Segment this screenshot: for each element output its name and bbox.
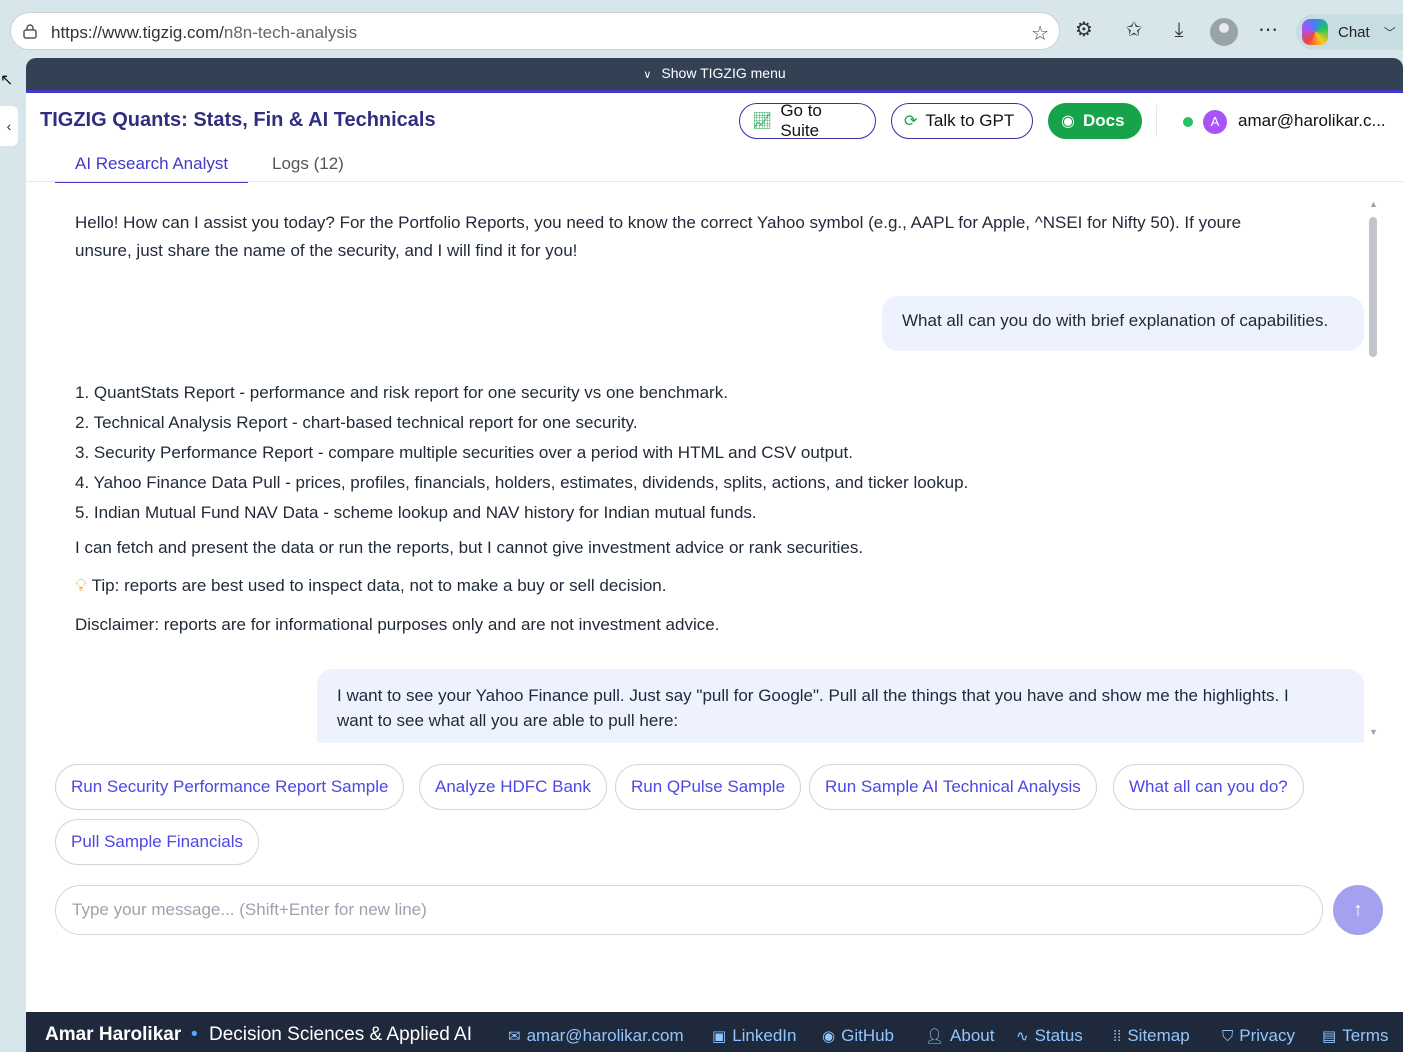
list-item: 2. Technical Analysis Report - chart-bas… [75,413,638,432]
tab-logs[interactable]: Logs (12) [252,153,364,183]
docs-button[interactable]: ◉ Docs [1048,103,1142,139]
footer-link-label: LinkedIn [732,1026,797,1045]
tab-ai-research-analyst[interactable]: AI Research Analyst [55,153,249,183]
footer-email-link[interactable]: ✉ amar@harolikar.com [508,1026,684,1046]
tab-divider [26,181,1403,182]
chat-history[interactable]: Hello! How can I assist you today? For t… [26,193,1403,743]
linkedin-icon: ▣ [712,1028,727,1045]
refresh-icon: ⟳ [904,113,918,130]
footer-link-label: About [950,1026,995,1045]
docs-label: Docs [1082,111,1125,130]
footer-link-github[interactable]: ◉ GitHub [822,1026,894,1046]
page-title: TIGZIG Quants: Stats, Fin & AI Technical… [40,109,436,131]
user-email[interactable]: amar@harolikar.c... [1238,111,1386,131]
side-panel-strip [0,60,26,1052]
download-icon[interactable]: ⤓ [1166,18,1192,42]
chevron-down-icon: ﹀ [1383,25,1396,40]
footer-tagline: Decision Sciences & Applied AI [209,1024,472,1045]
bot-greeting: Hello! How can I assist you today? For t… [75,209,1241,265]
send-button[interactable]: ↑ [1333,885,1383,935]
suggestion-chip[interactable]: Analyze HDFC Bank [419,764,607,810]
scroll-up-arrow-icon[interactable]: ▲ [1369,199,1378,209]
arrow-up-icon: ↑ [1353,899,1363,921]
chat-scrollbar-thumb[interactable] [1369,217,1377,357]
copilot-chat-button[interactable]: Chat ﹀ [1296,14,1403,50]
user-message-text: I want to see your Yahoo Finance pull. J… [337,686,1289,705]
talk-to-gpt-button[interactable]: ⟳ Talk to GPT [891,103,1033,139]
list-item: 5. Indian Mutual Fund NAV Data - scheme … [75,503,757,522]
bot-tip: 💡︎ Tip: reports are best used to inspect… [75,572,667,600]
go-to-suite-button[interactable]: 📈︎ Go to Suite [739,101,876,140]
go-to-suite-label: Go to Suite [780,101,822,140]
suggestion-chip[interactable]: Pull Sample Financials [55,819,259,865]
bot-fetch-note: I can fetch and present the data or run … [75,538,864,557]
extensions-icon[interactable]: ⚙ [1071,18,1097,42]
footer-link-label: Privacy [1239,1026,1295,1045]
header-divider [1156,105,1157,137]
footer-link-label: GitHub [841,1026,895,1045]
footer-email: amar@harolikar.com [526,1026,684,1045]
list-item: 4. Yahoo Finance Data Pull - prices, pro… [75,473,969,492]
suggestion-chip[interactable]: Run Sample AI Technical Analysis [809,764,1097,810]
footer-link-label: Status [1034,1026,1083,1045]
lock-icon [23,24,37,39]
footer-link-status[interactable]: ∿ Status [1016,1026,1083,1046]
scroll-down-arrow-icon[interactable]: ▼ [1369,727,1378,737]
footer-link-privacy[interactable]: ⛉ Privacy [1222,1026,1295,1046]
footer-link-label: Terms [1342,1026,1389,1045]
message-input[interactable]: Type your message... (Shift+Enter for ne… [55,885,1323,935]
github-icon: ◉ [822,1028,836,1045]
app-container: TIGZIG Quants: Stats, Fin & AI Technical… [26,90,1403,1012]
show-menu-bar[interactable]: ∨ Show TIGZIG menu [26,58,1403,90]
menu-label: Show TIGZIG menu [661,65,786,81]
list-item: 1. QuantStats Report - performance and r… [75,383,728,402]
user-message-text: What all can you do with brief explanati… [902,311,1329,330]
talk-to-gpt-label: Talk to GPT [925,111,1015,130]
footer-separator: • [191,1024,198,1045]
cursor-icon: ↖ [0,72,14,89]
user-icon: 👤︎ [925,1028,945,1045]
mail-icon: ✉ [508,1028,521,1045]
browser-toolbar: https://www.tigzig.com/n8n-tech-analysis… [0,0,1403,60]
favorite-star-icon[interactable]: ☆ [1031,21,1049,46]
chevron-down-icon: ∨ [643,69,652,81]
footer-link-terms[interactable]: ▤ Terms [1322,1026,1388,1046]
shield-icon: ⛉ [1222,1028,1234,1045]
user-message: What all can you do with brief explanati… [882,296,1364,351]
user-avatar[interactable]: A [1203,110,1227,134]
greeting-line: Hello! How can I assist you today? For t… [75,213,1242,232]
footer: Amar Harolikar • Decision Sciences & App… [26,1012,1403,1052]
collapse-panel-tab[interactable]: ‹ [0,106,18,146]
footer-link-label: Sitemap [1127,1026,1190,1045]
activity-icon: ∿ [1016,1028,1029,1045]
address-bar[interactable]: https://www.tigzig.com/n8n-tech-analysis… [10,12,1060,50]
chat-label: Chat [1338,23,1370,41]
capabilities-list: 1. QuantStats Report - performance and r… [75,378,968,528]
grid-icon: ⁞⁞ [1113,1028,1122,1045]
copilot-icon [1302,19,1328,45]
list-item: 3. Security Performance Report - compare… [75,443,853,462]
suggestion-chip[interactable]: Run Security Performance Report Sample [55,764,405,810]
favorites-icon[interactable]: ✩ [1121,18,1147,42]
footer-link-about[interactable]: 👤︎ About [925,1026,994,1046]
user-message: I want to see your Yahoo Finance pull. J… [317,669,1364,743]
footer-link-linkedin[interactable]: ▣ LinkedIn [712,1026,796,1046]
suggestion-chip[interactable]: What all can you do? [1113,764,1304,810]
tip-text: Tip: reports are best used to inspect da… [91,576,667,595]
suggestion-chip[interactable]: Run QPulse Sample [615,764,802,810]
url-text: https://www.tigzig.com/n8n-tech-analysis [51,23,358,42]
document-icon: ▤ [1322,1028,1337,1045]
online-status-dot [1183,117,1193,127]
footer-link-sitemap[interactable]: ⁞⁞ Sitemap [1113,1026,1190,1046]
user-message-text: want to see what all you are able to pul… [337,711,679,730]
bot-disclaimer: Disclaimer: reports are for informationa… [75,615,720,634]
more-options-icon[interactable]: ⋯ [1255,18,1281,42]
lightbulb-icon: 💡︎ [75,576,87,595]
greeting-line: unsure, just share the name of the secur… [75,241,578,260]
footer-name: Amar Harolikar [45,1024,182,1045]
github-icon: ◉ [1061,113,1075,130]
profile-avatar[interactable] [1210,18,1238,46]
chart-line-icon: 📈︎ [752,113,773,130]
